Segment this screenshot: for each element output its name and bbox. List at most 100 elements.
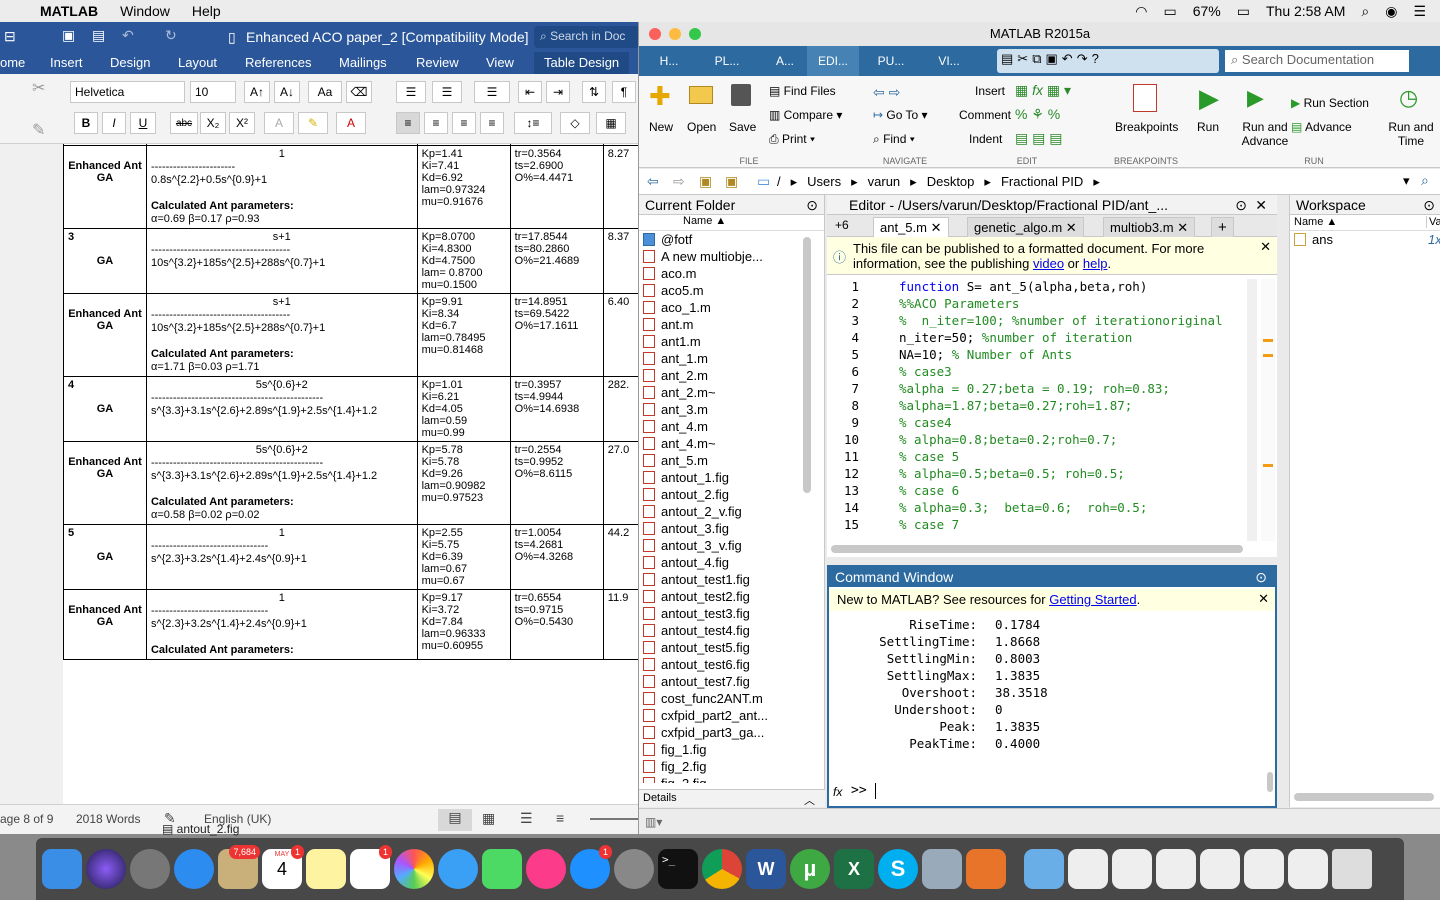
file-list-item[interactable]: fig_1.fig: [639, 741, 810, 758]
file-list-item[interactable]: @fotf: [639, 231, 810, 248]
new-button[interactable]: New: [649, 120, 673, 134]
up-folder-icon[interactable]: ▣: [699, 173, 712, 190]
code-area[interactable]: 1 function S= ant_5(alpha,beta,roh) 2 %%ACO…: [827, 277, 1247, 541]
line-number[interactable]: 5: [827, 347, 859, 362]
font-name-select[interactable]: Helvetica: [70, 81, 185, 103]
increase-indent-button[interactable]: ⇥: [546, 81, 570, 103]
matlab-icon[interactable]: [966, 849, 1006, 889]
method-cell[interactable]: 4 GA: [63, 376, 147, 442]
method-cell[interactable]: 5 GA: [63, 524, 147, 590]
line-number[interactable]: 1: [827, 279, 859, 294]
tab-view[interactable]: View: [486, 55, 514, 70]
undo-icon[interactable]: ↶: [122, 27, 134, 44]
outline-view-icon[interactable]: ☰: [520, 810, 533, 827]
insert-button[interactable]: Insert: [975, 84, 1005, 98]
grow-font-button[interactable]: A↑: [244, 81, 270, 103]
shading-button[interactable]: ◇: [560, 112, 590, 134]
draft-view-icon[interactable]: ≡: [556, 810, 564, 826]
command-scrollbar[interactable]: [1267, 772, 1273, 792]
workspace-hscrollbar[interactable]: [1294, 793, 1434, 801]
code-line[interactable]: % case 6: [899, 483, 959, 498]
pid-params-cell[interactable]: Kp=1.01 Ki=6.21 Kd=4.05 lam=0.59 mu=0.99: [416, 376, 511, 442]
file-list-item[interactable]: ant_4.m~: [639, 435, 810, 452]
file-list-item[interactable]: cost_func2ANT.m: [639, 690, 810, 707]
find-files-button[interactable]: ▤ Find Files: [769, 84, 836, 98]
code-line[interactable]: % alpha=0.3; beta=0.6; roh=0.5;: [899, 500, 1147, 515]
save-icon[interactable]: ▤: [1001, 51, 1013, 71]
performance-cell[interactable]: tr=1.0054 ts=4.2681 O%=4.3268: [509, 524, 604, 590]
pid-params-cell[interactable]: Kp=1.41 Ki=7.41 Kd=6.92 lam=0.97324 mu=0.916…: [416, 145, 511, 229]
column-header-value[interactable]: Va: [1426, 216, 1440, 228]
utorrent-icon[interactable]: µ: [790, 849, 830, 889]
undo-icon[interactable]: ↶: [1062, 51, 1073, 71]
code-line[interactable]: NA=10; % Number of Ants: [899, 347, 1072, 362]
save-icon[interactable]: ▤: [92, 27, 105, 44]
overflow-cell[interactable]: 27.0: [602, 441, 640, 525]
help-link[interactable]: help: [1083, 256, 1108, 271]
comment-button[interactable]: Comment: [959, 108, 1011, 122]
tab-table-design[interactable]: Table Design: [534, 52, 630, 74]
file-list-item[interactable]: cxfpid_part3_ga...: [639, 724, 810, 741]
transfer-function-cell[interactable]: 5s^{0.6}+2 ------------------------------…: [145, 376, 418, 442]
wifi-icon[interactable]: ◠: [1135, 3, 1147, 20]
run-and-advance-button[interactable]: Run and Advance: [1237, 120, 1293, 148]
menu-help[interactable]: Help: [192, 3, 221, 19]
font-size-select[interactable]: 10: [190, 81, 236, 103]
tab-home[interactable]: ome: [0, 55, 25, 70]
notes-icon[interactable]: [306, 849, 346, 889]
file-list-item[interactable]: antout_2_v.fig: [639, 503, 810, 520]
code-line[interactable]: %alpha = 0.27;beta = 0.19; roh=0.83;: [899, 381, 1170, 396]
overflow-cell[interactable]: 8.27: [602, 145, 640, 229]
path-users[interactable]: Users: [807, 174, 841, 190]
borders-button[interactable]: ▦: [596, 112, 626, 134]
clear-format-button[interactable]: ⌫: [346, 81, 372, 103]
search-folder-icon[interactable]: ⌕: [1421, 172, 1429, 189]
overflow-cell[interactable]: 44.2: [602, 524, 640, 590]
folder-scrollbar[interactable]: [803, 237, 811, 493]
align-right-button[interactable]: ≡: [452, 112, 476, 134]
performance-cell[interactable]: tr=0.2554 ts=0.9952 O%=8.6115: [509, 441, 604, 525]
clock[interactable]: Thu 2:58 AM: [1266, 3, 1345, 19]
code-line[interactable]: % case 7: [899, 517, 959, 532]
performance-cell[interactable]: tr=0.6554 ts=0.9715 O%=0.5430: [509, 589, 604, 660]
file-list-item[interactable]: ant_2.m~: [639, 384, 810, 401]
file-list-item[interactable]: antout_test3.fig: [639, 605, 810, 622]
file-list-item[interactable]: fig_2.fig: [639, 758, 810, 775]
file-list-item[interactable]: aco_1.m: [639, 299, 810, 316]
code-line[interactable]: function S= ant_5(alpha,beta,roh): [899, 279, 1147, 294]
file-list-item[interactable]: antout_3_v.fig: [639, 537, 810, 554]
tab-review[interactable]: Review: [416, 55, 459, 70]
file-list-item[interactable]: fig_3.fig: [639, 775, 810, 783]
column-header-name[interactable]: Name ▲: [639, 215, 824, 231]
line-number[interactable]: 14: [827, 500, 859, 515]
tab-mailings[interactable]: Mailings: [339, 55, 387, 70]
recent-doc-icon[interactable]: [1068, 849, 1108, 889]
file-list-item[interactable]: antout_test4.fig: [639, 622, 810, 639]
file-list-item[interactable]: ant.m: [639, 316, 810, 333]
advance-button[interactable]: ▤ Advance: [1291, 120, 1352, 134]
tab-plots[interactable]: PL...: [699, 46, 755, 76]
bullets-button[interactable]: ☰: [396, 81, 426, 103]
code-line[interactable]: %%ACO Parameters: [899, 296, 1019, 311]
desktop-file-label[interactable]: ▤ antout_2.fig: [162, 822, 239, 836]
file-list-item[interactable]: antout_3.fig: [639, 520, 810, 537]
file-list-item[interactable]: cxfpid_part2_ant...: [639, 707, 810, 724]
page-count[interactable]: age 8 of 9: [0, 812, 53, 826]
file-list-item[interactable]: antout_test1.fig: [639, 571, 810, 588]
workspace-var-row[interactable]: ans 1x: [1290, 231, 1440, 249]
battery-percent[interactable]: 67%: [1193, 3, 1221, 19]
file-list-item[interactable]: ant1.m: [639, 333, 810, 350]
tab-home[interactable]: H...: [641, 46, 697, 76]
path-desktop[interactable]: Desktop: [927, 174, 975, 190]
tab-editor[interactable]: EDI...: [807, 46, 859, 76]
transfer-function-cell[interactable]: s+1 -------------------------------------…: [145, 228, 418, 294]
performance-cell[interactable]: tr=17.8544 ts=80.2860 O%=21.4689: [509, 228, 604, 294]
file-list-item[interactable]: aco5.m: [639, 282, 810, 299]
line-number[interactable]: 10: [827, 432, 859, 447]
subscript-button[interactable]: X₂: [200, 112, 226, 134]
tab-publish[interactable]: PU...: [863, 46, 919, 76]
notification-center-icon[interactable]: ☰: [1413, 3, 1426, 20]
align-center-button[interactable]: ≡: [424, 112, 448, 134]
excel-icon[interactable]: X: [834, 849, 874, 889]
indent-icons[interactable]: ▤ ▤ ▤: [1015, 130, 1062, 147]
